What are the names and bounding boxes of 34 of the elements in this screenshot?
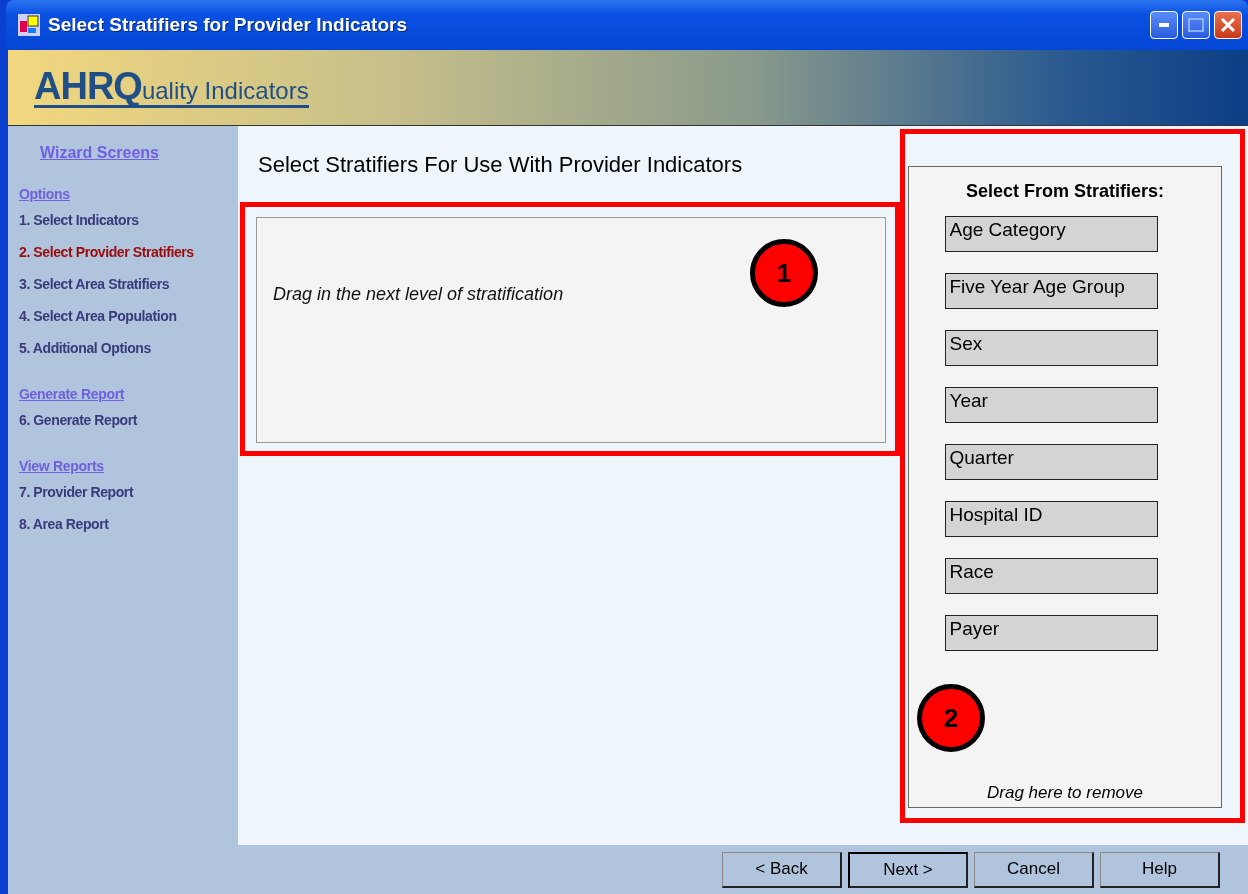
wizard-step-link[interactable]: 5. Additional Options xyxy=(19,340,151,356)
page-heading: Select Stratifiers For Use With Provider Indicators xyxy=(258,152,744,178)
wizard-step-link[interactable]: 6. Generate Report xyxy=(19,412,138,428)
stratifier-item[interactable]: Hospital ID xyxy=(944,501,1158,537)
stratifier-item[interactable]: Payer xyxy=(944,615,1158,651)
maximize-icon xyxy=(1188,18,1204,32)
wizard-step-link[interactable]: 3. Select Area Stratifiers xyxy=(19,276,170,292)
stratifier-item[interactable]: Sex xyxy=(944,330,1158,366)
stratifier-item[interactable]: Race xyxy=(944,558,1158,594)
maximize-button[interactable] xyxy=(1182,11,1210,39)
stratifier-item[interactable]: Five Year Age Group xyxy=(944,273,1158,309)
wizard-button[interactable]: Cancel xyxy=(974,851,1094,888)
remove-hint: Drag here to remove xyxy=(987,783,1143,803)
minimize-icon xyxy=(1159,23,1169,27)
stratifier-item[interactable]: Age Category xyxy=(944,216,1158,252)
stratifier-item[interactable]: Quarter xyxy=(944,444,1158,480)
minimize-button[interactable] xyxy=(1150,11,1178,39)
logo-text: AHRQ xyxy=(34,67,142,105)
window-title: Select Stratifiers for Provider Indicators xyxy=(48,14,408,36)
app-icon xyxy=(18,14,40,36)
close-icon xyxy=(1220,17,1236,33)
panel-title: Select From Stratifiers: xyxy=(965,181,1165,202)
wizard-step-link[interactable]: 2. Select Provider Stratifiers xyxy=(19,244,194,260)
wizard-step-link[interactable]: 8. Area Report xyxy=(19,516,109,532)
logo-text: uality Indicators xyxy=(141,79,309,103)
wizard-button[interactable]: Next > xyxy=(848,851,968,888)
stratifier-item[interactable]: Year xyxy=(944,387,1158,423)
wizard-button[interactable]: Help xyxy=(1100,851,1220,888)
drop-hint: Drag in the next level of stratification xyxy=(273,284,564,304)
wizard-step-link[interactable]: 1. Select Indicators xyxy=(19,212,139,228)
wizard-button[interactable]: < Back xyxy=(722,851,842,888)
close-button[interactable] xyxy=(1214,11,1242,39)
wizard-step-link[interactable]: 7. Provider Report xyxy=(19,484,134,500)
wizard-step-link[interactable]: 4. Select Area Population xyxy=(19,308,177,324)
